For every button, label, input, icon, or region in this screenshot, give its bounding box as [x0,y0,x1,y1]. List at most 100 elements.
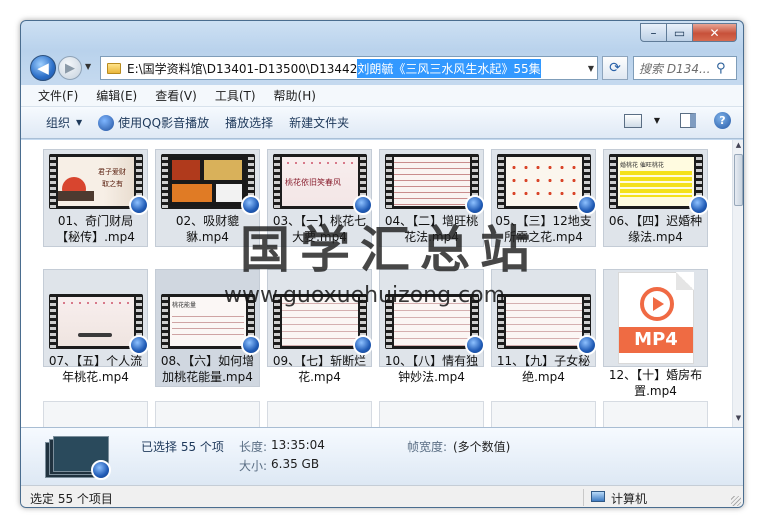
play-selection-button[interactable]: 播放选择 [217,112,281,134]
thumb-caption-1: 君子爱财 [98,168,126,176]
address-selected-text[interactable]: 刘朗毓《三风三水风生水起》55集 [357,58,541,78]
qq-player-badge-icon [353,335,373,355]
close-button[interactable]: ✕ [693,23,737,42]
maximize-button[interactable]: ▭ [667,23,693,42]
address-path[interactable]: E:\国学资料馆\D13401-D13500\D13442 [127,60,357,77]
ink-stroke [78,333,112,337]
search-icon[interactable]: ⚲ [716,61,726,76]
duration-label: 长度: [239,440,268,454]
play-with-qq-button[interactable]: 使用QQ影音播放 [90,112,217,134]
film-strip-left [162,154,168,209]
mp4-file-icon: MP4 [618,272,694,364]
qq-player-badge-icon [129,335,149,355]
status-selection-text: 选定 55 个项目 [30,492,113,506]
video-thumbnail: 婚桃花 催旺桃花 [609,154,709,215]
watermark-url: www.guoxuehuizong.com [224,283,506,308]
video-thumbnail [497,294,597,355]
pavilion-shape [58,191,94,201]
file-tile-partial[interactable] [267,401,372,427]
forward-button[interactable]: ▶ [58,56,82,80]
file-tile-12[interactable]: MP4 12、【十】婚房布置.mp4 [603,269,708,398]
menu-help[interactable]: 帮助(H) [266,87,324,104]
vertical-scrollbar[interactable]: ▲ ▼ [732,140,743,427]
help-icon[interactable]: ? [714,112,731,129]
refresh-button[interactable]: ⟳ [602,56,628,80]
preview-pane-icon[interactable] [680,113,696,128]
size-value: 6.35 GB [271,457,320,471]
play-icon [653,297,664,311]
thumb-caption-2: 取之有 [102,180,123,188]
menu-bar: 文件(F) 编辑(E) 查看(V) 工具(T) 帮助(H) [21,85,743,107]
file-tile-06[interactable]: 婚桃花 催旺桃花 06、【四】迟婚种缘法.mp4 [603,149,709,247]
film-strip-left [274,154,280,209]
address-dropdown-icon[interactable]: ▼ [588,64,594,73]
watermark-chinese: 国学汇总站 [240,220,540,279]
search-input[interactable]: 搜索 D134... ⚲ [633,56,737,80]
details-pane: 已选择 55 个项 长度: 13:35:04 大小: 6.35 GB 帧宽度: … [21,427,743,485]
frame-width-value: (多个数值) [453,440,511,454]
video-thumbnail: 桃花依旧笑春风 [273,154,373,215]
file-tile-01[interactable]: 君子爱财 取之有 01、奇门财局【秘传】.mp4 [43,149,149,247]
photo-block-3 [172,184,212,202]
scrollbar-thumb[interactable] [734,154,743,206]
video-frame [394,157,470,206]
video-frame [506,157,582,206]
file-tile-partial[interactable] [155,401,260,427]
video-thumbnail [49,294,149,355]
resize-grip[interactable] [731,496,741,506]
file-name: 09、【七】斩断烂花.mp4 [272,354,367,384]
menu-tools[interactable]: 工具(T) [207,87,264,104]
recent-pages-dropdown[interactable]: ▼ [85,62,91,71]
organize-label: 组织 [46,116,71,130]
menu-view[interactable]: 查看(V) [147,87,205,104]
selected-items-stack-icon [45,434,115,480]
play-selection-label: 播放选择 [225,116,274,130]
view-options-chevron-icon[interactable]: ▼ [654,116,660,125]
address-bar[interactable]: E:\国学资料馆\D13401-D13500\D13442 刘朗毓《三风三水风生… [100,56,598,80]
folder-icon [107,62,121,74]
file-tile-partial[interactable] [603,401,708,427]
menu-edit[interactable]: 编辑(E) [88,87,145,104]
file-tile-07[interactable]: 07、【五】个人流年桃花.mp4 [43,269,149,384]
qq-player-badge-icon [241,335,261,355]
film-strip-left [498,154,504,209]
blossom-pattern [284,159,354,167]
chevron-down-icon: ▼ [76,118,83,127]
video-thumbnail [497,154,597,215]
menu-file[interactable]: 文件(F) [30,87,86,104]
new-folder-label: 新建文件夹 [289,116,350,130]
file-tile-11[interactable]: 11、【九】子女秘绝.mp4 [491,269,597,384]
play-with-qq-label: 使用QQ影音播放 [118,116,210,130]
qq-player-icon [98,114,115,131]
thumb-caption: 婚桃花 催旺桃花 [620,162,664,169]
thumb-caption: 桃花依旧笑春风 [285,178,341,187]
back-button[interactable]: ◀ [30,55,56,81]
video-thumbnail [385,154,485,215]
file-name: 10、【八】情有独钟妙法.mp4 [384,354,479,384]
toolbar-right-group: ▼ ? [623,112,731,129]
film-strip-left [50,154,56,209]
film-strip-left [386,154,392,209]
minimize-button[interactable]: – [640,23,667,42]
mp4-badge-text: MP4 [619,327,693,353]
scroll-down-icon[interactable]: ▼ [734,414,743,426]
scroll-up-icon[interactable]: ▲ [734,141,743,153]
qq-player-badge-icon [577,335,597,355]
film-strip-left [50,294,56,349]
qq-player-badge-icon [465,335,485,355]
file-tile-partial[interactable] [491,401,596,427]
qq-player-badge-icon [91,460,111,480]
file-name: 08、【六】如何增加桃花能量.mp4 [160,354,255,384]
file-tile-partial[interactable] [43,401,148,427]
organize-button[interactable]: 组织 ▼ [38,112,90,134]
photo-block-2 [204,160,242,180]
video-thumbnail [161,154,261,215]
text-lines [172,311,244,337]
change-view-icon[interactable] [623,113,642,128]
new-folder-button[interactable]: 新建文件夹 [281,112,357,134]
film-strip-left [162,294,168,349]
file-tile-partial[interactable] [379,401,484,427]
blossom-pattern [60,299,130,307]
video-frame: 桃花依旧笑春风 [282,157,358,206]
qq-player-badge-icon [129,195,149,215]
